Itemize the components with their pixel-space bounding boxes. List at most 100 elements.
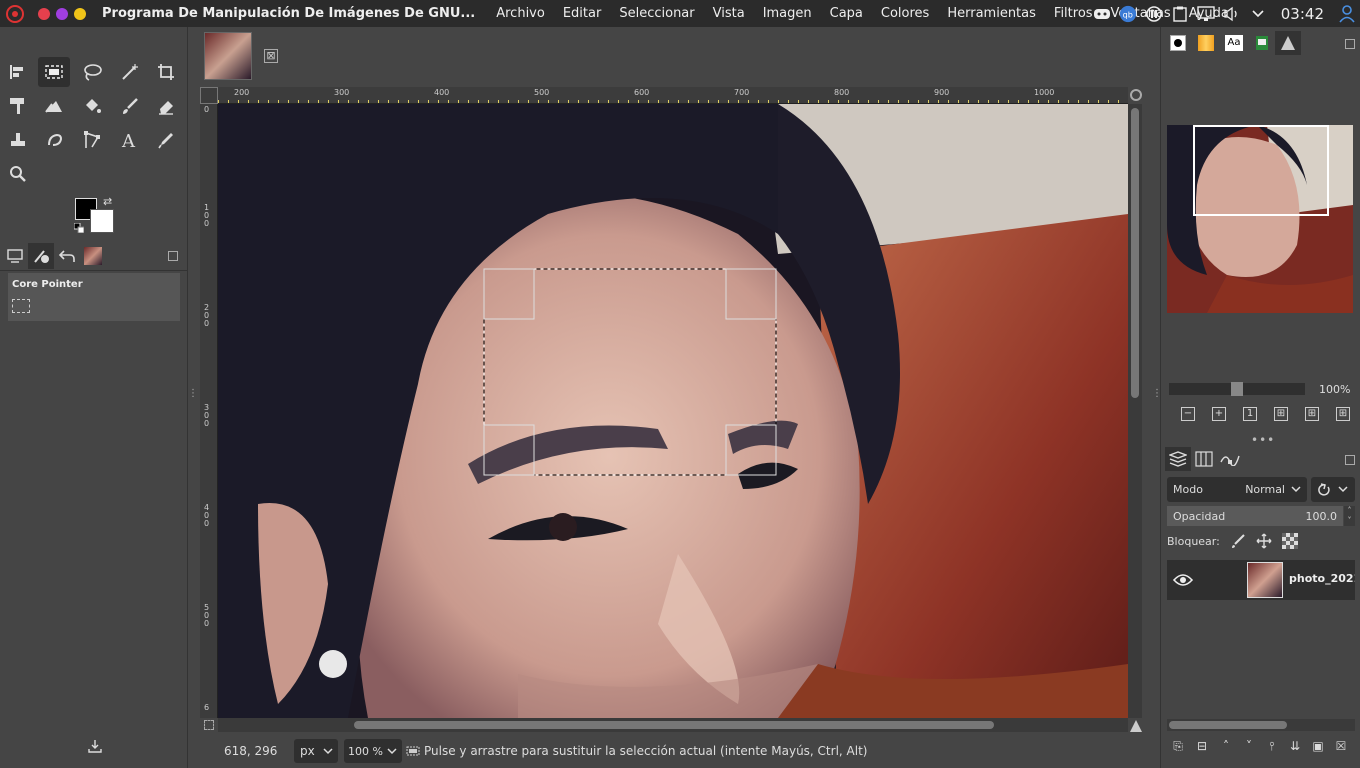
tab-patterns[interactable] (1193, 31, 1219, 55)
vertical-ruler[interactable]: 0 100 200 300 400 500 6 (200, 104, 218, 718)
horizontal-scrollbar[interactable] (218, 718, 1128, 732)
reset-colors-icon[interactable] (74, 223, 84, 233)
clock[interactable]: 03:42 (1281, 5, 1324, 23)
tab-tool-options[interactable] (2, 243, 28, 269)
tab-fonts[interactable]: Aa (1221, 31, 1247, 55)
fuzzy-select-tool-icon[interactable] (114, 57, 146, 87)
gimp-logo-icon[interactable] (4, 3, 26, 25)
dock-separator-grip[interactable]: ••• (1251, 433, 1275, 447)
tab-document-history[interactable] (1249, 31, 1275, 55)
layer-composite-selector[interactable] (1311, 477, 1355, 502)
dock-menu-icon[interactable] (1345, 455, 1355, 465)
unit-selector[interactable]: px (294, 739, 338, 763)
paintbrush-tool-icon[interactable] (114, 91, 146, 121)
zoom-tool-icon[interactable] (2, 159, 34, 189)
fit-image-button[interactable]: ⊞ (1274, 407, 1288, 421)
rectangle-select-tool-icon[interactable] (38, 57, 70, 87)
dock-menu-icon[interactable] (1345, 39, 1355, 49)
new-layer-group-icon[interactable]: ⊟ (1195, 739, 1209, 755)
image-canvas[interactable] (218, 104, 1128, 718)
zoom-1-1-button[interactable]: 1 (1243, 407, 1257, 421)
image-tab-thumbnail[interactable] (204, 32, 252, 80)
chevron-down-icon[interactable] (1249, 5, 1267, 23)
tab-navigator[interactable] (1275, 31, 1301, 55)
close-image-tab-button[interactable]: ⊠ (264, 49, 278, 63)
crop-tool-icon[interactable] (150, 57, 182, 87)
tab-layers[interactable] (1165, 447, 1191, 471)
menu-herramientas[interactable]: Herramientas (938, 6, 1045, 21)
network-icon[interactable] (1197, 5, 1215, 23)
tab-images[interactable] (80, 243, 106, 269)
discord-icon[interactable] (1093, 5, 1111, 23)
new-layer-icon[interactable]: ⎘ (1171, 739, 1185, 755)
user-icon[interactable] (1338, 4, 1356, 23)
layers-horizontal-scrollbar[interactable] (1167, 719, 1355, 731)
background-color[interactable] (90, 209, 114, 233)
navigate-image-icon[interactable] (1130, 720, 1142, 732)
vertical-scroll-thumb[interactable] (1131, 108, 1139, 398)
lock-position-icon[interactable] (1256, 533, 1272, 549)
clipboard-icon[interactable] (1171, 5, 1189, 23)
navigator-preview[interactable] (1167, 125, 1353, 313)
lock-alpha-icon[interactable] (1281, 533, 1298, 549)
zoom-out-button[interactable]: − (1181, 407, 1195, 421)
media-player-icon[interactable] (1145, 5, 1163, 23)
zoom-in-button[interactable]: + (1212, 407, 1226, 421)
lasso-tool-icon[interactable] (76, 57, 108, 87)
warp-transform-tool-icon[interactable] (2, 91, 34, 121)
fill-window-button[interactable]: ⊞ (1305, 407, 1319, 421)
tab-device-status[interactable] (28, 243, 54, 269)
zoom-slider-knob[interactable] (1231, 382, 1243, 396)
horizontal-ruler[interactable]: 200 300 400 500 600 700 800 900 1000 (218, 87, 1128, 104)
raise-layer-icon[interactable]: ˄ (1219, 739, 1233, 755)
eraser-tool-icon[interactable] (150, 91, 182, 121)
menu-imagen[interactable]: Imagen (754, 6, 821, 21)
layer-name[interactable]: photo_2021-0 (1289, 572, 1355, 585)
layers-scroll-thumb[interactable] (1169, 721, 1287, 729)
color-picker-tool-icon[interactable] (150, 125, 182, 155)
layer-mask-icon[interactable]: ▣ (1311, 739, 1325, 755)
tab-brushes[interactable] (1165, 31, 1191, 55)
close-window-button[interactable] (38, 7, 50, 20)
layer-item[interactable]: photo_2021-0 (1167, 560, 1355, 600)
delete-layer-icon[interactable]: ☒ (1334, 739, 1348, 755)
lock-pixels-icon[interactable] (1230, 533, 1246, 549)
menu-editar[interactable]: Editar (554, 6, 611, 21)
unified-transform-tool-icon[interactable] (38, 91, 70, 121)
navigator-zoom-slider[interactable] (1169, 382, 1305, 396)
menu-capa[interactable]: Capa (821, 6, 872, 21)
menu-archivo[interactable]: Archivo (487, 6, 554, 21)
maximize-window-button[interactable] (56, 7, 68, 20)
menu-vista[interactable]: Vista (704, 6, 754, 21)
quick-mask-toggle[interactable] (200, 87, 218, 104)
minimize-window-button[interactable] (74, 7, 86, 20)
merge-layer-icon[interactable]: ⇊ (1288, 739, 1302, 755)
vertical-scrollbar[interactable] (1128, 104, 1142, 718)
lower-layer-icon[interactable]: ˅ (1242, 739, 1256, 755)
volume-icon[interactable] (1223, 5, 1241, 23)
visibility-eye-icon[interactable] (1173, 570, 1193, 590)
zoom-image-when-window-resized-icon[interactable] (1130, 89, 1142, 101)
align-tool-icon[interactable] (2, 57, 34, 87)
text-tool-icon[interactable]: A (114, 125, 146, 155)
navigator-view-rectangle[interactable] (1193, 125, 1329, 216)
menu-seleccionar[interactable]: Seleccionar (610, 6, 703, 21)
menu-colores[interactable]: Colores (872, 6, 938, 21)
dock-menu-icon[interactable] (168, 251, 178, 261)
qbittorrent-icon[interactable]: qb (1119, 5, 1137, 23)
tab-undo-history[interactable] (54, 243, 80, 269)
save-device-status-icon[interactable] (88, 739, 102, 753)
smudge-tool-icon[interactable] (38, 125, 70, 155)
opacity-spin-buttons[interactable]: ˄ ˅ (1344, 506, 1355, 526)
tab-channels[interactable] (1191, 447, 1217, 471)
zoom-selector[interactable]: 100 % (344, 739, 402, 763)
quick-mask-toggle-icon[interactable] (204, 720, 214, 730)
duplicate-layer-icon[interactable]: ⫯ (1265, 739, 1279, 755)
clone-tool-icon[interactable] (2, 125, 34, 155)
tab-paths[interactable] (1217, 447, 1243, 471)
paths-tool-icon[interactable] (76, 125, 108, 155)
shrink-wrap-button[interactable]: ⊞ (1336, 407, 1350, 421)
opacity-slider[interactable]: Opacidad 100.0 (1167, 506, 1343, 526)
layer-mode-selector[interactable]: Modo Normal (1167, 477, 1307, 502)
bucket-fill-tool-icon[interactable] (76, 91, 108, 121)
